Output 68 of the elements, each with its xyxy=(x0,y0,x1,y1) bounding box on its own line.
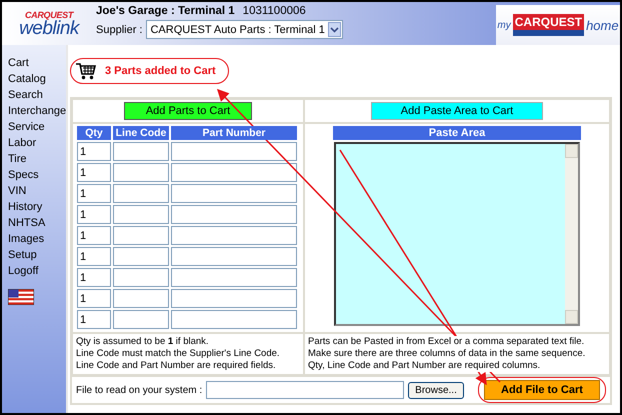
nav-link[interactable]: NHTSA xyxy=(8,215,46,231)
account-number: 1031100006 xyxy=(242,5,306,17)
account-name: Joe's Garage : Terminal 1 xyxy=(96,5,235,17)
supplier-label: Supplier : xyxy=(96,24,142,36)
part-number-field[interactable] xyxy=(171,226,297,245)
scrollbar[interactable] xyxy=(565,144,578,324)
flag-icon[interactable] xyxy=(8,289,34,305)
part-number-field[interactable] xyxy=(171,163,297,182)
qty-field[interactable]: 1 xyxy=(77,268,111,287)
column-header: Qty xyxy=(77,126,111,140)
browse-button[interactable]: Browse... xyxy=(408,382,464,398)
line-code-field[interactable] xyxy=(113,184,169,203)
cart-icon xyxy=(75,62,97,80)
add-parts-button[interactable]: Add Parts to Cart xyxy=(124,102,252,120)
nav-link[interactable]: Cart xyxy=(8,55,29,71)
column-header: Paste Area xyxy=(333,126,581,140)
line-code-field[interactable] xyxy=(113,289,169,308)
part-number-field[interactable] xyxy=(171,310,297,329)
add-paste-button[interactable]: Add Paste Area to Cart xyxy=(371,102,543,120)
cart-message: 3 Parts added to Cart xyxy=(105,65,216,77)
part-number-field[interactable] xyxy=(171,268,297,287)
nav-link[interactable]: Catalog xyxy=(8,71,46,87)
qty-field[interactable]: 1 xyxy=(77,289,111,308)
supplier-select[interactable]: CARQUEST Auto Parts : Terminal 1 xyxy=(146,20,343,39)
help-text: Line Code and Part Number are required fields. xyxy=(76,360,276,372)
nav-link[interactable]: Search xyxy=(8,87,43,103)
nav-link[interactable]: Tire xyxy=(8,151,27,167)
home-logo[interactable]: my CARQUEST home xyxy=(496,5,620,45)
nav-link[interactable]: History xyxy=(8,199,42,215)
qty-field[interactable]: 1 xyxy=(77,205,111,224)
qty-field[interactable]: 1 xyxy=(77,226,111,245)
line-code-field[interactable] xyxy=(113,205,169,224)
nav-link[interactable]: Images xyxy=(8,231,44,247)
help-text: Parts can be Pasted in from Excel or a comma separated text file. xyxy=(308,336,584,348)
weblink-logo[interactable]: CARQUEST weblink xyxy=(2,2,96,38)
line-code-field[interactable] xyxy=(113,226,169,245)
nav-link[interactable]: Service xyxy=(8,119,45,135)
help-text: Make sure there are three columns of data in the same sequence. xyxy=(308,348,586,360)
help-text: Qty is assumed to be 1 if blank. xyxy=(76,336,209,348)
line-code-field[interactable] xyxy=(113,310,169,329)
part-number-field[interactable] xyxy=(171,247,297,266)
line-code-field[interactable] xyxy=(113,247,169,266)
part-number-field[interactable] xyxy=(171,184,297,203)
nav-link[interactable]: Logoff xyxy=(8,263,38,279)
help-text: Line Code must match the Supplier's Line Code. xyxy=(76,348,280,360)
part-number-field[interactable] xyxy=(171,205,297,224)
help-text: Qty, Line Code and Part Number are required columns. xyxy=(308,360,540,372)
nav-link[interactable]: Setup xyxy=(8,247,37,263)
qty-field[interactable]: 1 xyxy=(77,247,111,266)
line-code-field[interactable] xyxy=(113,142,169,161)
file-label: File to read on your system : xyxy=(76,384,202,396)
file-path-field[interactable] xyxy=(206,381,404,399)
column-header: Part Number xyxy=(171,126,297,140)
line-code-field[interactable] xyxy=(113,268,169,287)
part-number-field[interactable] xyxy=(171,142,297,161)
add-file-button[interactable]: Add File to Cart xyxy=(484,380,600,400)
qty-field[interactable]: 1 xyxy=(77,142,111,161)
qty-field[interactable]: 1 xyxy=(77,184,111,203)
nav-link[interactable]: Interchange xyxy=(8,103,66,119)
nav-link[interactable]: VIN xyxy=(8,183,26,199)
line-code-field[interactable] xyxy=(113,163,169,182)
nav-link[interactable]: Labor xyxy=(8,135,36,151)
paste-area[interactable] xyxy=(334,142,580,326)
part-number-field[interactable] xyxy=(171,289,297,308)
column-header: Line Code xyxy=(113,126,169,140)
qty-field[interactable]: 1 xyxy=(77,310,111,329)
qty-field[interactable]: 1 xyxy=(77,163,111,182)
nav-link[interactable]: Specs xyxy=(8,167,39,183)
